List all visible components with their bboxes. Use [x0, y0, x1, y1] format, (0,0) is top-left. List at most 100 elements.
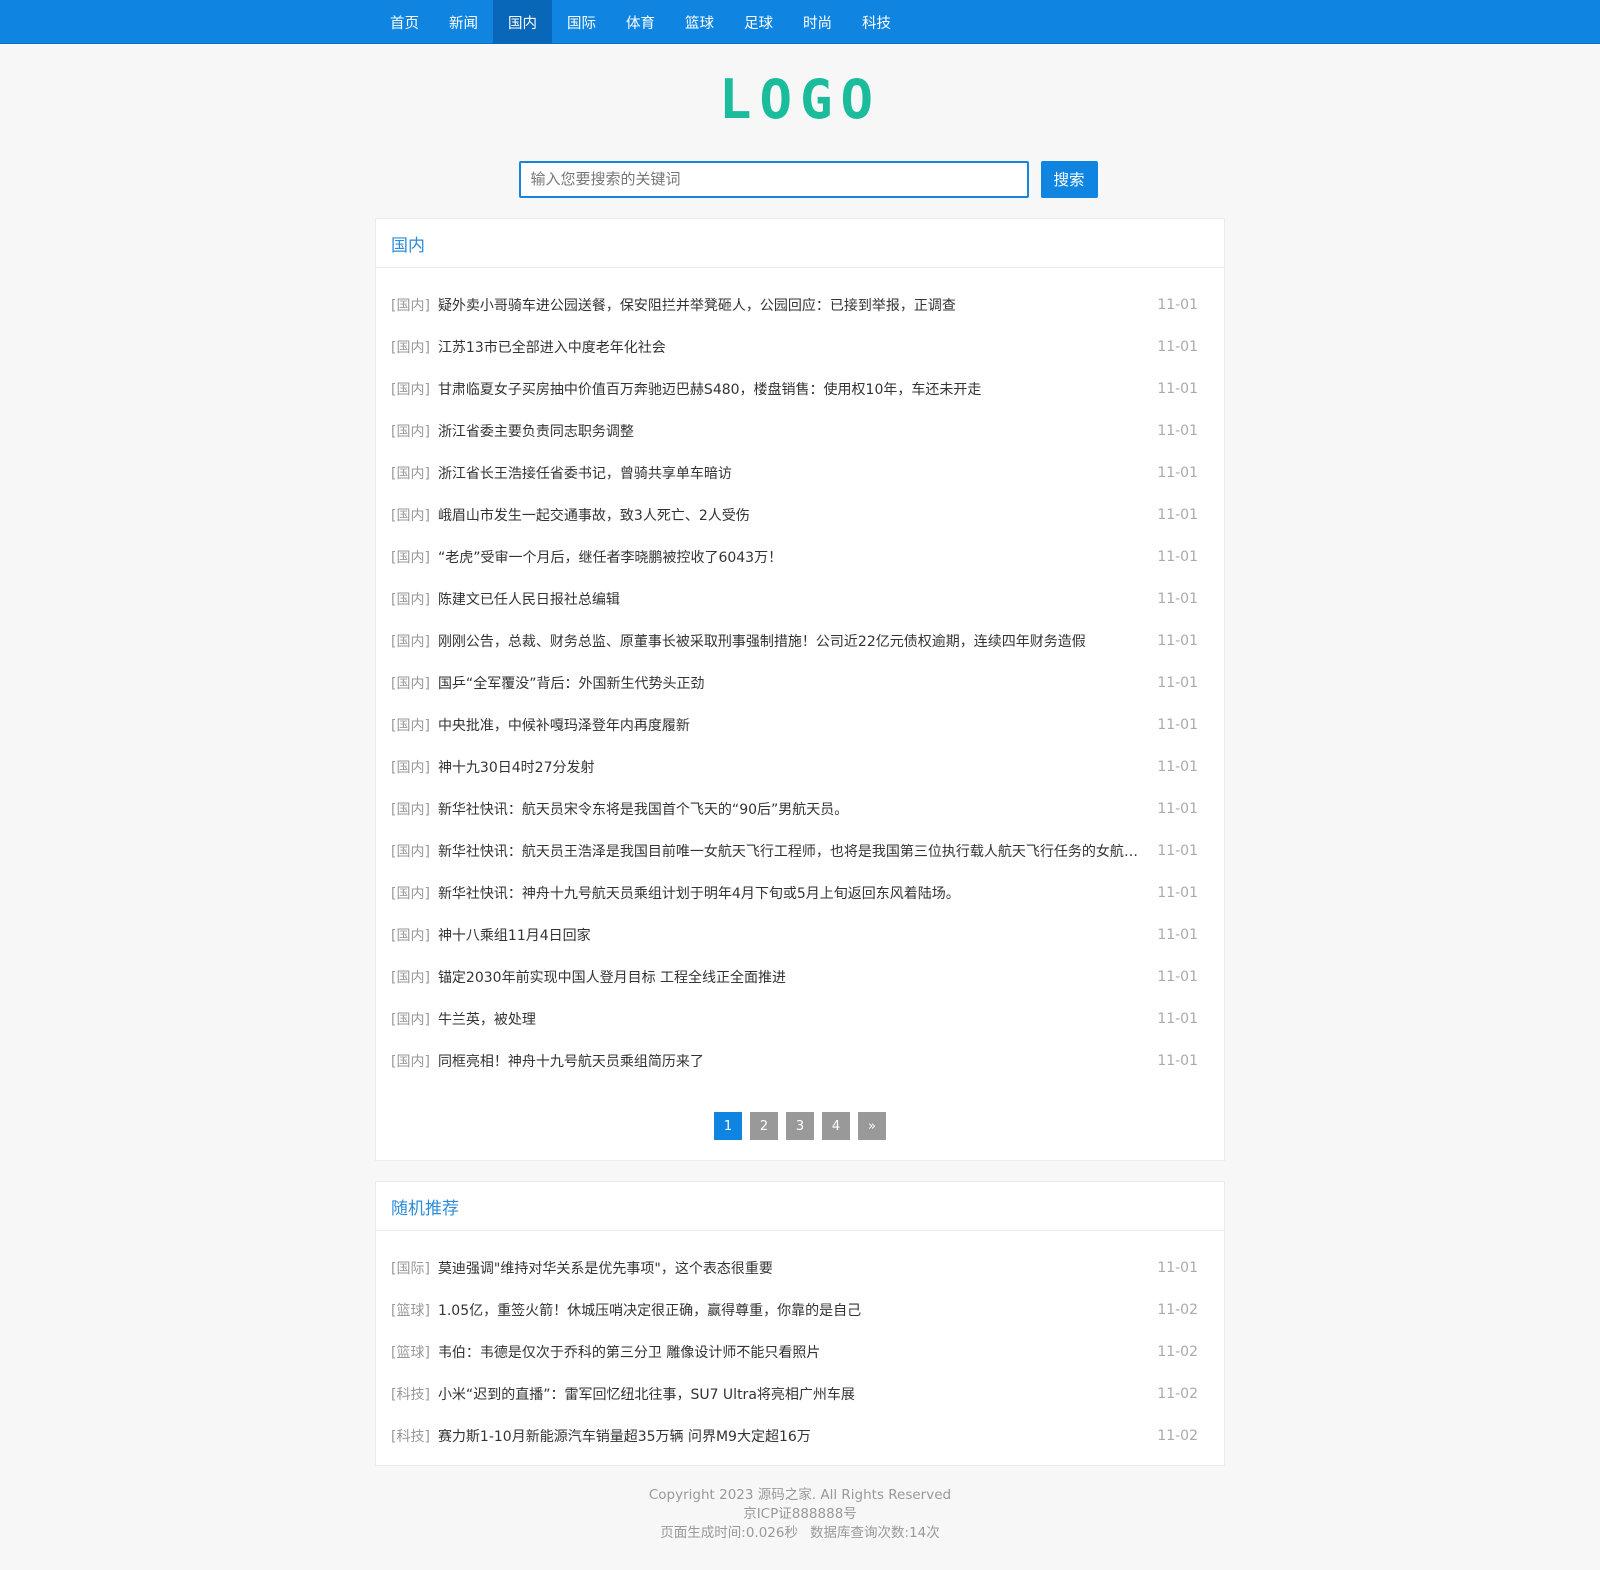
item-category[interactable]: [科技]	[391, 1384, 430, 1404]
item-title-link[interactable]: 峨眉山市发生一起交通事故，致3人死亡、2人受伤	[438, 505, 1141, 525]
item-category[interactable]: [篮球]	[391, 1342, 430, 1362]
item-title-link[interactable]: 神十八乘组11月4日回家	[438, 925, 1141, 945]
item-title-link[interactable]: 小米“迟到的直播”：雷军回忆纽北往事，SU7 Ultra将亮相广州车展	[438, 1384, 1141, 1404]
item-date: 11-01	[1157, 297, 1198, 313]
item-category[interactable]: [科技]	[391, 1426, 430, 1446]
item-date: 11-01	[1157, 507, 1198, 523]
nav-item-6[interactable]: 足球	[729, 0, 788, 44]
item-category[interactable]: [国内]	[391, 925, 430, 945]
item-category[interactable]: [国内]	[391, 547, 430, 567]
page-button-2[interactable]: 2	[750, 1112, 778, 1140]
search-input[interactable]	[518, 160, 1029, 198]
page-button-4[interactable]: 4	[822, 1112, 850, 1140]
list-item[interactable]: [国内] 中央批准，中候补嘎玛泽登年内再度履新 11-01	[376, 704, 1224, 746]
list-item[interactable]: [国内] 疑外卖小哥骑车进公园送餐，保安阻拦并举凳砸人，公园回应：已接到举报，正调…	[376, 284, 1224, 326]
list-item[interactable]: [国内] 刚刚公告，总裁、财务总监、原董事长被采取刑事强制措施！公司近22亿元债权…	[376, 620, 1224, 662]
item-category[interactable]: [国内]	[391, 967, 430, 987]
item-title-link[interactable]: 赛力斯1-10月新能源汽车销量超35万辆 问界M9大定超16万	[438, 1426, 1141, 1446]
nav-item-4[interactable]: 体育	[611, 0, 670, 44]
logo-area: LOGO	[0, 44, 1600, 156]
nav-item-8[interactable]: 科技	[847, 0, 906, 44]
item-title-link[interactable]: 新华社快讯：神舟十九号航天员乘组计划于明年4月下旬或5月上旬返回东风着陆场。	[438, 883, 1141, 903]
item-title-link[interactable]: “老虎”受审一个月后，继任者李晓鹏被控收了6043万！	[438, 547, 1141, 567]
search-bar: 搜索	[16, 160, 1600, 198]
item-title-link[interactable]: 韦伯：韦德是仅次于乔科的第三分卫 雕像设计师不能只看照片	[438, 1342, 1141, 1362]
item-category[interactable]: [国内]	[391, 337, 430, 357]
list-item[interactable]: [国内] 陈建文已任人民日报社总编辑 11-01	[376, 578, 1224, 620]
list-item[interactable]: [国内] 神十九30日4时27分发射 11-01	[376, 746, 1224, 788]
news-list: [国内] 疑外卖小哥骑车进公园送餐，保安阻拦并举凳砸人，公园回应：已接到举报，正调…	[376, 268, 1224, 1094]
list-item[interactable]: [国内] 国乒“全军覆没”背后：外国新生代势头正劲 11-01	[376, 662, 1224, 704]
item-title-link[interactable]: 神十九30日4时27分发射	[438, 757, 1141, 777]
list-item[interactable]: [国内] 新华社快讯：航天员王浩泽是我国目前唯一女航天飞行工程师，也将是我国第三位…	[376, 830, 1224, 872]
item-category[interactable]: [国内]	[391, 715, 430, 735]
page-button-1[interactable]: 1	[714, 1112, 742, 1140]
item-category[interactable]: [国内]	[391, 799, 430, 819]
list-item[interactable]: [篮球] 韦伯：韦德是仅次于乔科的第三分卫 雕像设计师不能只看照片 11-02	[376, 1331, 1224, 1373]
list-item[interactable]: [国内] 甘肃临夏女子买房抽中价值百万奔驰迈巴赫S480，楼盘销售：使用权10年，…	[376, 368, 1224, 410]
item-category[interactable]: [国内]	[391, 421, 430, 441]
list-item[interactable]: [国内] 同框亮相！神舟十九号航天员乘组简历来了 11-01	[376, 1040, 1224, 1082]
site-logo[interactable]: LOGO	[719, 73, 881, 127]
item-category[interactable]: [国内]	[391, 673, 430, 693]
item-category[interactable]: [国内]	[391, 883, 430, 903]
item-title-link[interactable]: 浙江省长王浩接任省委书记，曾骑共享单车暗访	[438, 463, 1141, 483]
search-button[interactable]: 搜索	[1040, 160, 1098, 198]
list-item[interactable]: [国内] 浙江省长王浩接任省委书记，曾骑共享单车暗访 11-01	[376, 452, 1224, 494]
nav-item-1[interactable]: 新闻	[434, 0, 493, 44]
list-item[interactable]: [国内] 新华社快讯：神舟十九号航天员乘组计划于明年4月下旬或5月上旬返回东风着陆…	[376, 872, 1224, 914]
item-title-link[interactable]: 锚定2030年前实现中国人登月目标 工程全线正全面推进	[438, 967, 1141, 987]
list-item[interactable]: [国内] 神十八乘组11月4日回家 11-01	[376, 914, 1224, 956]
nav-item-7[interactable]: 时尚	[788, 0, 847, 44]
item-category[interactable]: [国内]	[391, 295, 430, 315]
nav-item-3[interactable]: 国际	[552, 0, 611, 44]
item-title-link[interactable]: 疑外卖小哥骑车进公园送餐，保安阻拦并举凳砸人，公园回应：已接到举报，正调查	[438, 295, 1141, 315]
item-category[interactable]: [国内]	[391, 379, 430, 399]
nav-item-0[interactable]: 首页	[375, 0, 434, 44]
item-category[interactable]: [国内]	[391, 757, 430, 777]
item-title-link[interactable]: 牛兰英，被处理	[438, 1009, 1141, 1029]
list-item[interactable]: [国内] 新华社快讯：航天员宋令东将是我国首个飞天的“90后”男航天员。 11-01	[376, 788, 1224, 830]
list-item[interactable]: [国内] 牛兰英，被处理 11-01	[376, 998, 1224, 1040]
next-page-button[interactable]: »	[858, 1112, 886, 1140]
item-title-link[interactable]: 甘肃临夏女子买房抽中价值百万奔驰迈巴赫S480，楼盘销售：使用权10年，车还未开…	[438, 379, 1141, 399]
list-item[interactable]: [国内] “老虎”受审一个月后，继任者李晓鹏被控收了6043万！ 11-01	[376, 536, 1224, 578]
top-navigation-bar: 首页 新闻 国内 国际 体育 篮球 足球 时尚 科技	[0, 0, 1600, 44]
item-category[interactable]: [国内]	[391, 505, 430, 525]
item-category[interactable]: [国内]	[391, 463, 430, 483]
item-title-link[interactable]: 浙江省委主要负责同志职务调整	[438, 421, 1141, 441]
nav-item-5[interactable]: 篮球	[670, 0, 729, 44]
item-category[interactable]: [国内]	[391, 589, 430, 609]
item-date: 11-01	[1157, 1053, 1198, 1069]
item-category[interactable]: [国内]	[391, 631, 430, 651]
list-item[interactable]: [国际] 莫迪强调"维持对华关系是优先事项"，这个表态很重要 11-01	[376, 1247, 1224, 1289]
item-title-link[interactable]: 莫迪强调"维持对华关系是优先事项"，这个表态很重要	[438, 1258, 1141, 1278]
list-item[interactable]: [国内] 浙江省委主要负责同志职务调整 11-01	[376, 410, 1224, 452]
item-title-link[interactable]: 1.05亿，重签火箭！休城压哨决定很正确，赢得尊重，你靠的是自己	[438, 1300, 1141, 1320]
item-title-link[interactable]: 新华社快讯：航天员王浩泽是我国目前唯一女航天飞行工程师，也将是我国第三位执行载人…	[438, 841, 1141, 861]
nav-item-2[interactable]: 国内	[493, 0, 552, 44]
item-date: 11-02	[1157, 1386, 1198, 1402]
icp-license[interactable]: 京ICP证888888号	[0, 1505, 1600, 1524]
list-item[interactable]: [篮球] 1.05亿，重签火箭！休城压哨决定很正确，赢得尊重，你靠的是自己 11-0…	[376, 1289, 1224, 1331]
item-title-link[interactable]: 国乒“全军覆没”背后：外国新生代势头正劲	[438, 673, 1141, 693]
item-category[interactable]: [国内]	[391, 1051, 430, 1071]
list-item[interactable]: [国内] 江苏13市已全部进入中度老年化社会 11-01	[376, 326, 1224, 368]
news-panel-header: 国内	[376, 219, 1224, 268]
item-title-link[interactable]: 同框亮相！神舟十九号航天员乘组简历来了	[438, 1051, 1141, 1071]
list-item[interactable]: [科技] 小米“迟到的直播”：雷军回忆纽北往事，SU7 Ultra将亮相广州车展 1…	[376, 1373, 1224, 1415]
page-button-3[interactable]: 3	[786, 1112, 814, 1140]
item-title-link[interactable]: 刚刚公告，总裁、财务总监、原董事长被采取刑事强制措施！公司近22亿元债权逾期，连…	[438, 631, 1141, 651]
item-title-link[interactable]: 中央批准，中候补嘎玛泽登年内再度履新	[438, 715, 1141, 735]
generation-time: 页面生成时间:0.026秒	[660, 1525, 798, 1541]
list-item[interactable]: [国内] 峨眉山市发生一起交通事故，致3人死亡、2人受伤 11-01	[376, 494, 1224, 536]
list-item[interactable]: [科技] 赛力斯1-10月新能源汽车销量超35万辆 问界M9大定超16万 11-02	[376, 1415, 1224, 1457]
item-title-link[interactable]: 陈建文已任人民日报社总编辑	[438, 589, 1141, 609]
item-title-link[interactable]: 新华社快讯：航天员宋令东将是我国首个飞天的“90后”男航天员。	[438, 799, 1141, 819]
item-category[interactable]: [国内]	[391, 1009, 430, 1029]
item-category[interactable]: [国内]	[391, 841, 430, 861]
list-item[interactable]: [国内] 锚定2030年前实现中国人登月目标 工程全线正全面推进 11-01	[376, 956, 1224, 998]
item-category[interactable]: [篮球]	[391, 1300, 430, 1320]
item-title-link[interactable]: 江苏13市已全部进入中度老年化社会	[438, 337, 1141, 357]
item-category[interactable]: [国际]	[391, 1258, 430, 1278]
